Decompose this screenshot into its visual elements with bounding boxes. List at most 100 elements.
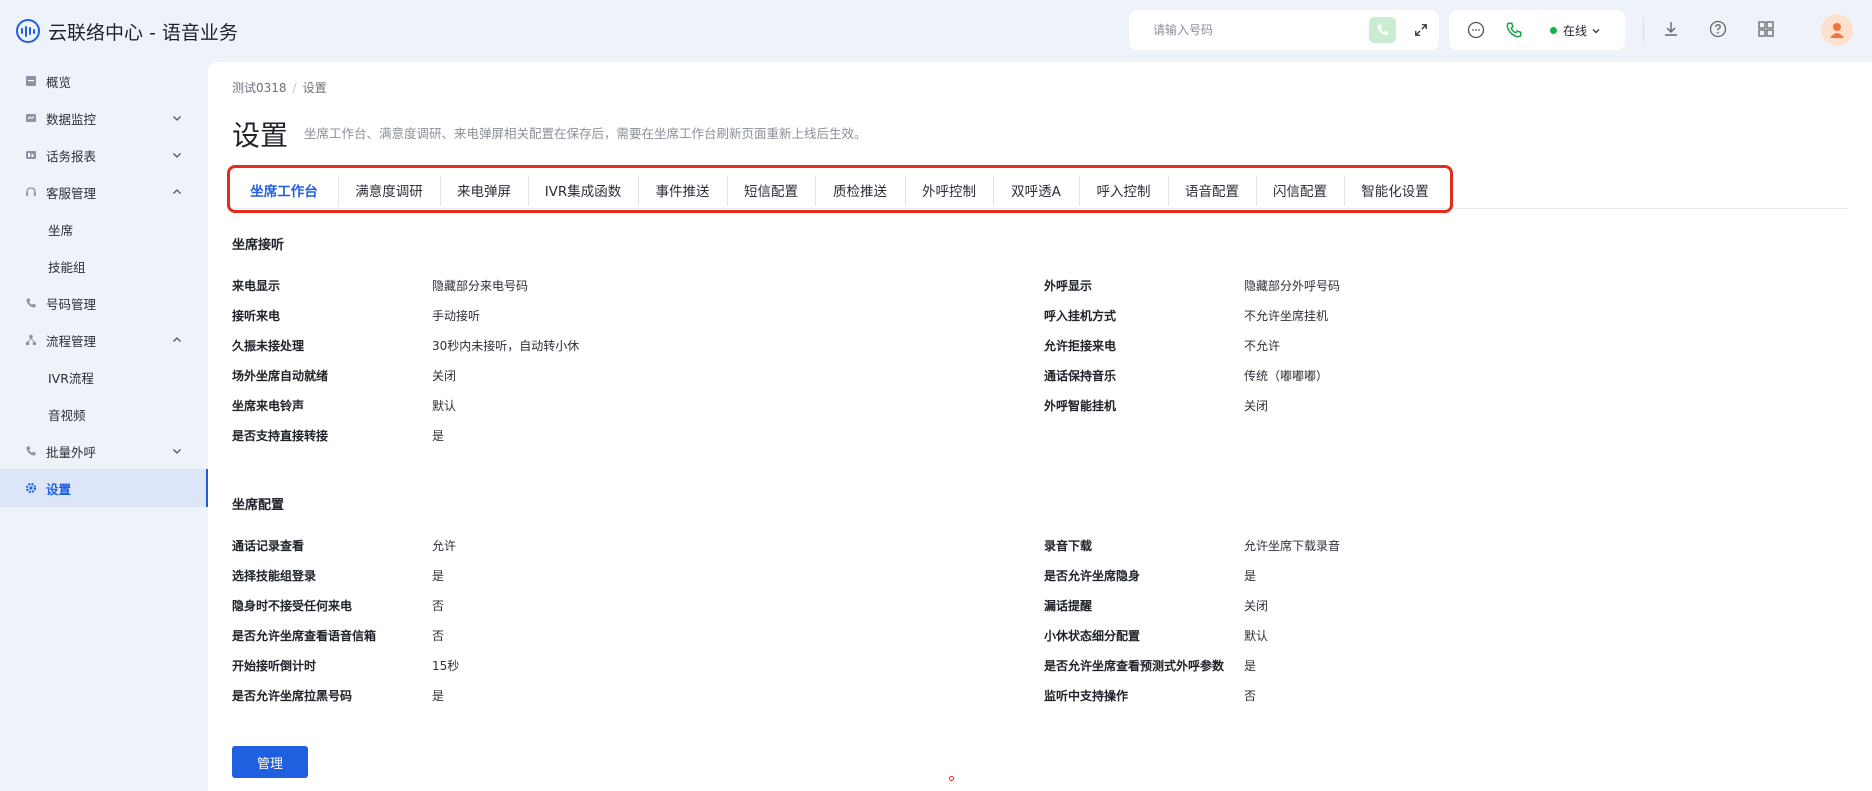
sidebar-item-label: 音视频	[48, 407, 86, 423]
download-icon[interactable]	[1662, 20, 1680, 38]
breadcrumb-parent[interactable]: 测试0318	[232, 81, 287, 95]
phone-icon	[26, 298, 36, 308]
field-value: 15秒	[432, 659, 460, 673]
field-value: 允许坐席下载录音	[1244, 539, 1341, 553]
sidebar-item-audio-video[interactable]: 音视频	[0, 395, 208, 433]
field-label: 坐席来电铃声	[232, 399, 305, 413]
field-value: 隐藏部分外呼号码	[1244, 279, 1341, 293]
field-label: 漏话提醒	[1044, 599, 1093, 613]
tab-dual-call[interactable]: 双呼透A	[993, 175, 1079, 205]
toolbar-divider	[1643, 18, 1644, 42]
field-value: 是	[432, 689, 445, 703]
tab-intelligent-settings[interactable]: 智能化设置	[1344, 175, 1446, 205]
sidebar-item-label: 设置	[46, 481, 72, 497]
dial-button[interactable]	[1369, 17, 1396, 43]
chat-icon[interactable]	[1467, 21, 1485, 39]
apps-grid-icon[interactable]	[1757, 20, 1775, 38]
manage-button[interactable]: 管理	[232, 746, 308, 778]
tab-flash-sms-config[interactable]: 闪信配置	[1256, 175, 1344, 205]
page-title: 设置	[232, 119, 289, 152]
sidebar: 概览 数据监控 话务报表 客服管理 坐席 技能组 号码管理 流程管理 IVR流程…	[0, 62, 208, 791]
agent-status-box: 在线	[1449, 10, 1625, 50]
phone-call-icon[interactable]	[1505, 21, 1523, 39]
sidebar-item-agents[interactable]: 坐席	[0, 210, 208, 248]
field-label: 隐身时不接受任何来电	[232, 599, 353, 613]
tab-event-push[interactable]: 事件推送	[638, 175, 727, 205]
help-icon[interactable]	[1709, 20, 1727, 38]
sidebar-item-settings[interactable]: 设置	[0, 469, 208, 507]
report-icon	[26, 151, 36, 159]
chevron-up-icon	[173, 189, 181, 194]
field-value: 关闭	[432, 369, 457, 383]
field-label: 外呼显示	[1044, 279, 1093, 293]
sidebar-item-batch-outbound[interactable]: 批量外呼	[0, 432, 208, 470]
tab-outbound-control[interactable]: 外呼控制	[905, 175, 993, 205]
tab-incoming-popup[interactable]: 来电弹屏	[440, 175, 528, 205]
field-label: 是否支持直接转接	[232, 429, 329, 443]
sidebar-item-customer-service[interactable]: 客服管理	[0, 173, 208, 211]
sidebar-item-label: 坐席	[48, 222, 74, 238]
tab-satisfaction-survey[interactable]: 满意度调研	[338, 175, 440, 205]
field-value: 允许	[432, 539, 457, 553]
tab-inbound-control[interactable]: 呼入控制	[1079, 175, 1168, 205]
sidebar-item-label: 号码管理	[46, 296, 97, 312]
chevron-down-icon	[173, 153, 181, 158]
phone-icon	[1377, 24, 1388, 36]
online-status-dropdown[interactable]: 在线	[1550, 22, 1601, 39]
field-value: 默认	[1244, 629, 1269, 643]
avatar-icon	[1830, 23, 1844, 38]
tab-sms-config[interactable]: 短信配置	[727, 175, 815, 205]
chevron-up-icon	[173, 337, 181, 342]
field-value: 不允许	[1244, 339, 1281, 353]
field-value: 否	[1244, 689, 1257, 703]
field-label: 监听中支持操作	[1044, 689, 1129, 703]
field-label: 来电显示	[232, 279, 281, 293]
field-label: 外呼智能挂机	[1044, 399, 1117, 413]
field-value: 是	[432, 569, 445, 583]
field-value: 隐藏部分来电号码	[432, 279, 529, 293]
sidebar-item-ivr-flow[interactable]: IVR流程	[0, 358, 208, 396]
logo-icon	[16, 19, 40, 43]
page-description: 坐席工作台、满意度调研、来电弹屏相关配置在保存后，需要在坐席工作台刷新页面重新上…	[304, 126, 867, 141]
tab-qa-push[interactable]: 质检推送	[815, 175, 905, 205]
field-label: 是否允许坐席查看语音信箱	[232, 629, 377, 643]
gear-icon	[25, 482, 37, 494]
sidebar-item-call-report[interactable]: 话务报表	[0, 136, 208, 174]
expand-icon	[1414, 24, 1427, 36]
field-value: 传统（嘟嘟嘟）	[1244, 369, 1329, 383]
main-panel: 测试0318 / 设置 设置 坐席工作台、满意度调研、来电弹屏相关配置在保存后，需要…	[208, 62, 1872, 791]
sidebar-item-label: IVR流程	[48, 370, 94, 386]
field-value: 关闭	[1244, 399, 1269, 413]
sidebar-item-flow-management[interactable]: 流程管理	[0, 321, 208, 359]
sidebar-item-label: 客服管理	[46, 185, 97, 201]
field-label: 久振未接处理	[232, 339, 305, 353]
sidebar-item-skill-groups[interactable]: 技能组	[0, 247, 208, 285]
sidebar-item-data-monitor[interactable]: 数据监控	[0, 99, 208, 137]
headset-icon	[26, 187, 36, 196]
field-label: 是否允许坐席查看预测式外呼参数	[1044, 659, 1225, 673]
field-label: 开始接听倒计时	[232, 659, 317, 673]
sidebar-item-label: 技能组	[48, 259, 86, 275]
field-label: 是否允许坐席拉黑号码	[232, 689, 353, 703]
field-value: 是	[1244, 569, 1257, 583]
tab-agent-workbench[interactable]: 坐席工作台	[236, 175, 332, 205]
tab-voice-config[interactable]: 语音配置	[1168, 175, 1256, 205]
chevron-down-icon	[1592, 28, 1600, 33]
section-title-agent-answer: 坐席接听	[232, 238, 285, 253]
expand-button[interactable]	[1407, 17, 1434, 43]
settings-tabs: 坐席工作台 满意度调研 来电弹屏 IVR集成函数 事件推送 短信配置 质检推送 …	[227, 165, 1453, 213]
cursor-marker	[949, 776, 954, 781]
field-label: 是否允许坐席隐身	[1044, 569, 1141, 583]
field-value: 默认	[432, 399, 457, 413]
field-value: 否	[432, 629, 445, 643]
app-logo: 云联络中心 - 语音业务	[16, 18, 238, 45]
sidebar-item-number-management[interactable]: 号码管理	[0, 284, 208, 322]
monitor-icon	[26, 114, 36, 122]
top-bar: 云联络中心 - 语音业务 在线	[0, 0, 1872, 62]
phone-search-box	[1129, 10, 1439, 50]
tab-ivr-functions[interactable]: IVR集成函数	[528, 175, 638, 205]
sidebar-item-overview[interactable]: 概览	[0, 62, 208, 100]
user-avatar[interactable]	[1821, 14, 1853, 46]
field-value: 30秒内未接听，自动转小休	[432, 339, 580, 353]
phone-number-input[interactable]	[1153, 23, 1353, 37]
